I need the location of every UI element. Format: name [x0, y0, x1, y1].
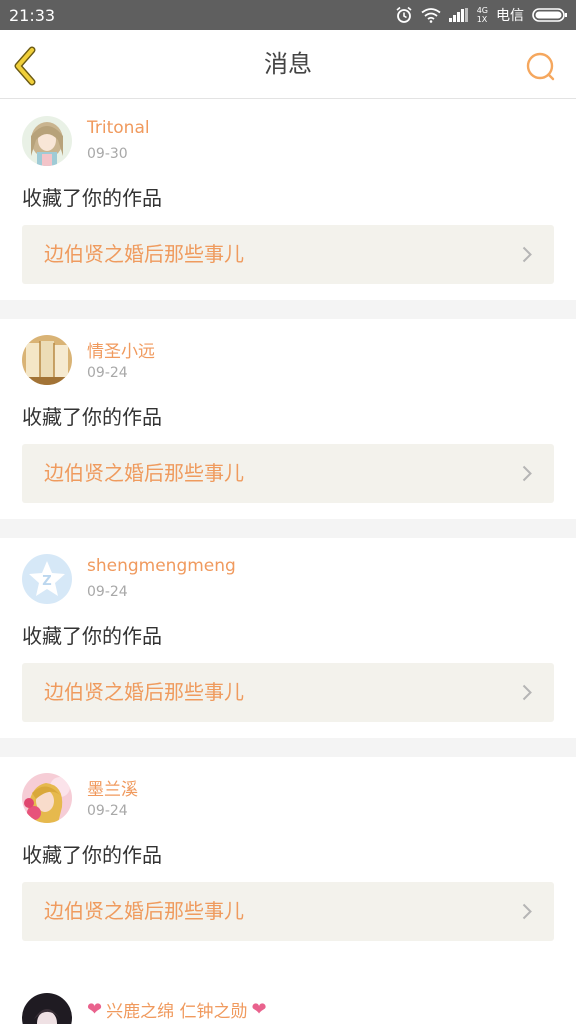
action-text: 收藏了你的作品: [22, 624, 162, 648]
user-avatar[interactable]: [22, 335, 72, 385]
separator: [0, 300, 576, 319]
work-title: 边伯贤之婚后那些事儿: [44, 461, 244, 485]
svg-text:Z: Z: [42, 574, 51, 589]
search-button[interactable]: [524, 50, 558, 84]
message-item: 墨兰溪 09-24 收藏了你的作品 边伯贤之婚后那些事儿: [0, 757, 576, 957]
separator: [0, 738, 576, 757]
anime-girl-avatar: [22, 116, 72, 166]
chevron-right-icon: [522, 246, 532, 263]
message-date: 09-30: [87, 146, 128, 162]
username[interactable]: ❤ 兴鹿之绵 仁钟之勋 ❤: [87, 997, 267, 1022]
user-avatar[interactable]: [22, 993, 72, 1024]
wifi-icon: [421, 7, 441, 23]
work-title: 边伯贤之婚后那些事儿: [44, 242, 244, 266]
message-item: Z shengmengmeng 09-24 收藏了你的作品 边伯贤之婚后那些事儿: [0, 538, 576, 738]
signal-icon: [448, 8, 469, 22]
action-text: 收藏了你的作品: [22, 186, 162, 210]
username[interactable]: 情圣小远: [87, 337, 155, 362]
status-time: 21:33: [9, 5, 56, 25]
page-title: 消息: [264, 50, 312, 78]
status-bar: 21:33 4G 1X 电信: [0, 0, 576, 30]
status-icons: 4G 1X 电信: [395, 5, 568, 25]
work-link[interactable]: 边伯贤之婚后那些事儿: [22, 663, 554, 722]
action-text: 收藏了你的作品: [22, 843, 162, 867]
message-date: 09-24: [87, 365, 128, 381]
user-avatar[interactable]: [22, 116, 72, 166]
username[interactable]: Tritonal: [87, 118, 150, 138]
user-avatar[interactable]: [22, 773, 72, 823]
alarm-icon: [395, 6, 413, 24]
books-avatar: [22, 335, 72, 385]
username[interactable]: 墨兰溪: [87, 775, 138, 800]
chevron-right-icon: [522, 465, 532, 482]
work-title: 边伯贤之婚后那些事儿: [44, 899, 244, 923]
carrier-label: 电信: [496, 8, 524, 24]
blonde-girl-avatar: [22, 773, 72, 823]
chevron-right-icon: [522, 903, 532, 920]
heart-icon: ❤: [87, 999, 103, 1020]
message-item: 情圣小远 09-24 收藏了你的作品 边伯贤之婚后那些事儿: [0, 319, 576, 519]
battery-icon: [532, 7, 568, 23]
username[interactable]: shengmengmeng: [87, 556, 236, 576]
message-item: Tritonal 09-30 收藏了你的作品 边伯贤之婚后那些事儿: [0, 100, 576, 300]
user-avatar[interactable]: Z: [22, 554, 72, 604]
action-text: 收藏了你的作品: [22, 405, 162, 429]
work-link[interactable]: 边伯贤之婚后那些事儿: [22, 444, 554, 503]
work-title: 边伯贤之婚后那些事儿: [44, 680, 244, 704]
message-item-partial: ❤ 兴鹿之绵 仁钟之勋 ❤: [0, 975, 576, 1024]
message-list: Tritonal 09-30 收藏了你的作品 边伯贤之婚后那些事儿 情圣小远 0…: [0, 100, 576, 957]
work-link[interactable]: 边伯贤之婚后那些事儿: [22, 225, 554, 284]
work-link[interactable]: 边伯贤之婚后那些事儿: [22, 882, 554, 941]
network-type: 4G 1X: [476, 6, 488, 24]
username-text: 兴鹿之绵 仁钟之勋: [106, 1002, 248, 1022]
dark-avatar: [22, 993, 72, 1024]
default-z-avatar: Z: [22, 554, 72, 604]
separator: [0, 519, 576, 538]
message-date: 09-24: [87, 803, 128, 819]
message-date: 09-24: [87, 584, 128, 600]
chevron-right-icon: [522, 684, 532, 701]
heart-icon: ❤: [251, 999, 267, 1020]
nav-bar: 消息: [0, 30, 576, 99]
search-icon: [526, 52, 555, 81]
